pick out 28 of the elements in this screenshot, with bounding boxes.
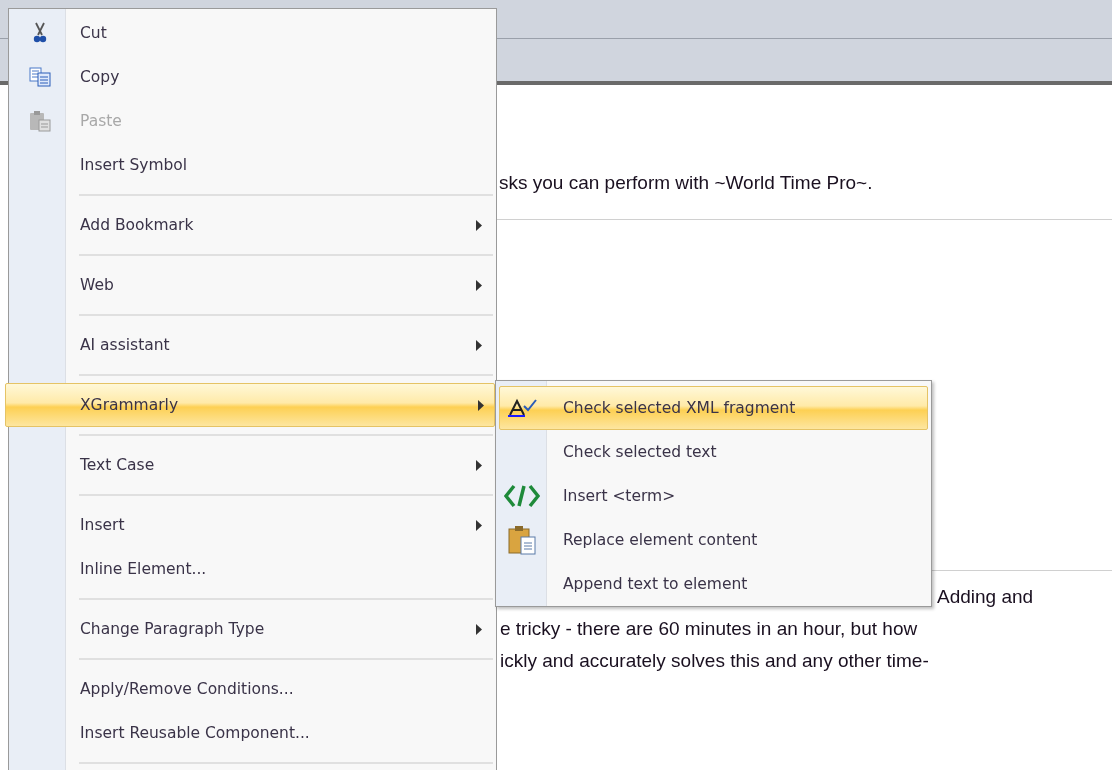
menu-item[interactable]: Change Paragraph Type bbox=[12, 607, 493, 651]
menu-item[interactable]: Check selected XML fragment bbox=[499, 386, 928, 430]
document-text: sks you can perform with ~World Time Pro~. bbox=[499, 171, 873, 195]
menu-item[interactable]: XGrammarly bbox=[5, 383, 495, 427]
menu-item[interactable]: Check selected text bbox=[499, 430, 928, 474]
menu-item[interactable]: Text Case bbox=[12, 443, 493, 487]
menu-item[interactable]: Inline Element... bbox=[12, 547, 493, 591]
menu-item[interactable]: Insert <term> bbox=[499, 474, 928, 518]
copy-icon bbox=[29, 67, 51, 87]
scissors-icon bbox=[33, 22, 47, 44]
menu-item[interactable]: Replace element content bbox=[499, 518, 928, 562]
menu-item[interactable]: Copy bbox=[12, 55, 493, 99]
menu-item[interactable]: Cut bbox=[12, 11, 493, 55]
menu-item[interactable]: AI assistant bbox=[12, 323, 493, 367]
document-text: Adding and bbox=[937, 585, 1034, 609]
document-text: e tricky - there are 60 minutes in an hour, but how bbox=[500, 617, 918, 641]
code-icon bbox=[504, 483, 540, 509]
menu-item[interactable]: Insert bbox=[12, 503, 493, 547]
menu-item[interactable]: Apply/Remove Conditions... bbox=[12, 667, 493, 711]
menu-item[interactable]: Add Bookmark bbox=[12, 203, 493, 247]
menu-item[interactable]: Insert Reusable Component... bbox=[12, 711, 493, 755]
spellcheck-icon bbox=[507, 398, 537, 418]
menu-item[interactable]: Web bbox=[12, 263, 493, 307]
document-text: ickly and accurately solves this and any other time- bbox=[500, 649, 929, 673]
clipboard-icon bbox=[29, 110, 51, 132]
menu-item[interactable]: Append text to element bbox=[499, 562, 928, 606]
clipboard-icon bbox=[507, 525, 537, 555]
menu-item[interactable]: Insert Symbol bbox=[12, 143, 493, 187]
